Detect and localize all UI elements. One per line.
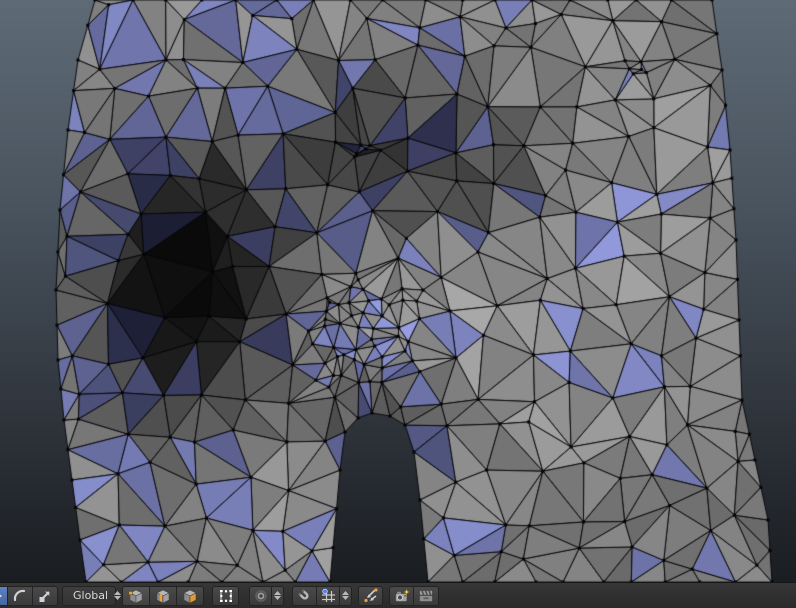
limit-selection-to-visible-button[interactable] (212, 585, 239, 606)
chevron-down-icon (342, 596, 349, 600)
manipulator-group (0, 585, 58, 606)
3d-viewport[interactable] (0, 0, 796, 582)
viewport-header-toolbar: Global (0, 582, 796, 608)
chevron-down-icon (114, 596, 122, 600)
translate-icon (0, 594, 2, 597)
edge-select-button[interactable] (149, 585, 177, 606)
proportional-editing-arrows[interactable] (271, 585, 284, 606)
magnet-icon (298, 589, 309, 600)
face-select-button[interactable] (176, 585, 204, 606)
snap-group (292, 585, 352, 606)
snap-toggle-button[interactable] (292, 585, 317, 606)
mesh-canvas[interactable] (0, 0, 796, 582)
occlude-geometry-icon (219, 589, 232, 602)
snap-element-button[interactable] (316, 585, 340, 606)
snap-target-button[interactable] (358, 585, 383, 606)
face-select-icon (183, 589, 197, 603)
manipulator-scale-button[interactable] (32, 585, 58, 606)
scale-icon (39, 590, 50, 602)
chevron-down-icon (274, 596, 281, 600)
opengl-render-group (389, 585, 439, 606)
clapperboard-icon (419, 589, 433, 602)
orientation-label: Global (73, 588, 109, 602)
proportional-editing-button[interactable] (249, 585, 272, 606)
vertex-select-icon (128, 589, 143, 603)
snap-target-icon (364, 588, 378, 603)
snap-increment-icon (321, 588, 335, 602)
rotate-icon (13, 589, 26, 601)
proportional-editing-group (249, 585, 284, 606)
edge-select-icon (156, 589, 170, 603)
chevron-up-icon (114, 591, 122, 595)
blender-window: Global (0, 0, 796, 608)
vertex-select-button[interactable] (122, 585, 150, 606)
orientation-arrows[interactable] (114, 591, 122, 600)
chevron-up-icon (274, 591, 281, 595)
opengl-render-button[interactable] (389, 585, 414, 606)
camera-icon (394, 588, 410, 602)
opengl-render-animation-button[interactable] (413, 585, 439, 606)
select-mode-group (122, 585, 204, 606)
manipulator-rotate-button[interactable] (7, 585, 33, 606)
orientation-select[interactable]: Global (62, 585, 122, 606)
snap-element-arrows[interactable] (339, 585, 352, 606)
proportional-circle-icon (254, 589, 267, 602)
chevron-up-icon (342, 591, 349, 595)
